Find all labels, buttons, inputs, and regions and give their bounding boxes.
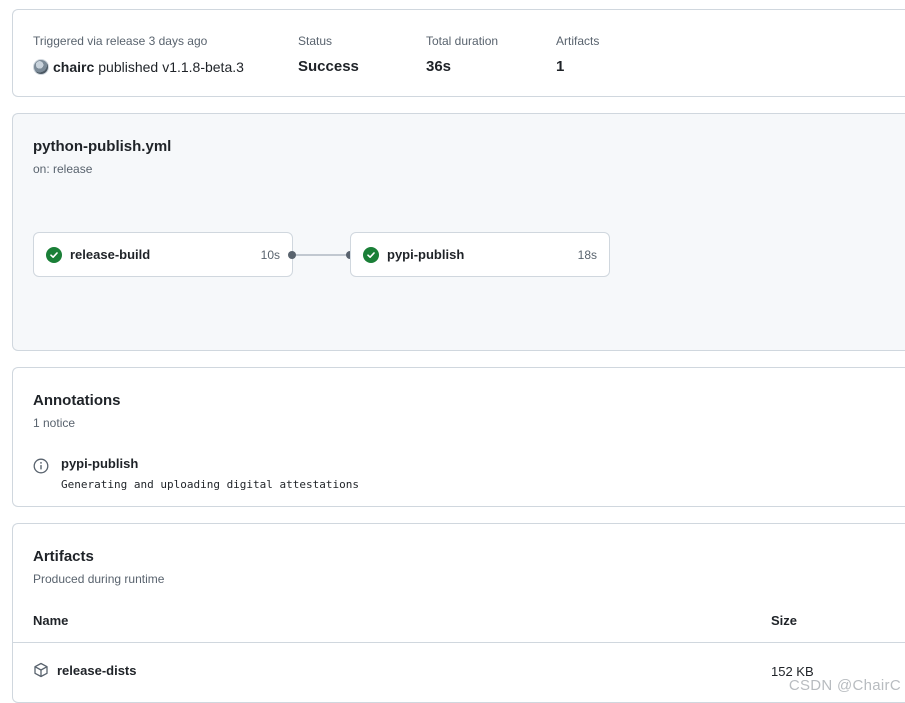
workflow-graph-card: python-publish.yml on: release release-b… [12, 113, 905, 351]
avatar[interactable] [33, 59, 49, 75]
action-text: published [98, 59, 159, 75]
actor-link[interactable]: chairc [53, 58, 94, 76]
duration-value: 36s [426, 58, 452, 75]
info-icon [33, 458, 49, 491]
check-circle-icon [46, 246, 62, 263]
artifacts-count-info: Artifacts 1 [556, 34, 599, 76]
artifacts-subtitle: Produced during runtime [33, 572, 165, 586]
trigger-label: Triggered via release 3 days ago [33, 34, 208, 48]
artifacts-title: Artifacts [33, 548, 94, 565]
duration-info: Total duration 36s [426, 34, 498, 76]
job-release-build[interactable]: release-build 10s [33, 232, 293, 277]
annotations-title: Annotations [33, 392, 121, 409]
job-name: release-build [70, 247, 151, 262]
artifacts-table-header: Name Size [13, 600, 905, 643]
run-summary-card: Triggered via release 3 days ago chairc … [12, 9, 905, 97]
job-name: pypi-publish [387, 247, 465, 262]
status-label: Status [298, 34, 333, 48]
column-header-name: Name [33, 613, 69, 628]
table-row: release-dists 152 KB [13, 643, 905, 699]
duration-label: Total duration [426, 34, 499, 48]
annotation-message: Generating and uploading digital attesta… [61, 478, 360, 491]
job-duration: 18s [577, 247, 597, 262]
package-icon [33, 662, 49, 683]
column-header-size: Size [771, 613, 798, 628]
artifacts-count-value[interactable]: 1 [556, 58, 599, 76]
release-tag-link[interactable]: v1.1.8-beta.3 [162, 58, 244, 76]
job-pypi-publish[interactable]: pypi-publish 18s [350, 232, 610, 277]
job-duration: 10s [260, 247, 280, 262]
annotation-job-link[interactable]: pypi-publish [61, 456, 359, 471]
connector-dot-out [288, 251, 296, 259]
trigger-info: Triggered via release 3 days ago chairc … [33, 34, 244, 76]
annotations-card: Annotations 1 notice pypi-publish Genera… [12, 367, 905, 507]
artifact-name-link[interactable]: release-dists [57, 663, 137, 678]
artifacts-card: Artifacts Produced during runtime Name S… [12, 523, 905, 703]
check-circle-icon [363, 246, 379, 263]
workflow-trigger: on: release [33, 162, 93, 176]
watermark: CSDN @ChairC [788, 677, 901, 694]
status-info: Status Success [298, 34, 359, 76]
annotations-count: 1 notice [33, 416, 76, 430]
job-connector-line [293, 254, 350, 256]
trigger-detail: chairc published v1.1.8-beta.3 [33, 58, 244, 76]
workflow-file-name[interactable]: python-publish.yml [33, 138, 171, 155]
status-value: Success [298, 58, 359, 75]
annotation-item: pypi-publish Generating and uploading di… [33, 456, 359, 491]
artifacts-count-label: Artifacts [556, 34, 600, 48]
